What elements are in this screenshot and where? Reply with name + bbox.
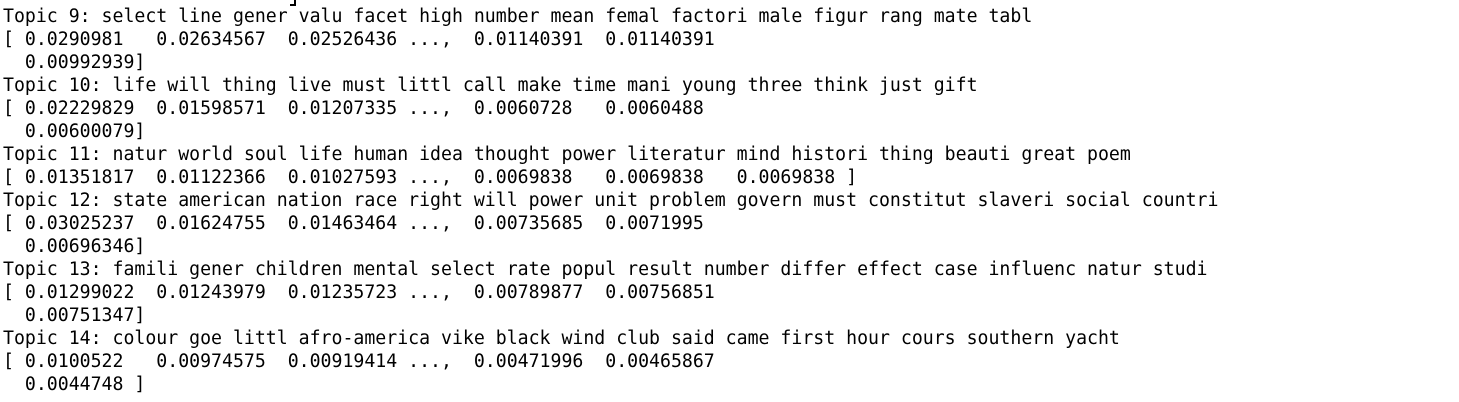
topic-14-heading: Topic 14: colour goe littl afro-america … bbox=[3, 328, 1120, 349]
topic-10-heading: Topic 10: life will thing live must litt… bbox=[3, 75, 978, 96]
topic-12-heading: Topic 12: state american nation race rig… bbox=[3, 190, 1219, 211]
topic-11-weights: [ 0.01351817 0.01122366 0.01027593 ..., … bbox=[3, 167, 858, 188]
topic-12-weights: [ 0.03025237 0.01624755 0.01463464 ..., … bbox=[3, 213, 704, 234]
topic-9-weights: [ 0.0290981 0.02634567 0.02526436 ..., 0… bbox=[3, 29, 715, 50]
topic-10-weights-cont: 0.00600079] bbox=[3, 121, 146, 142]
topic-13-heading: Topic 13: famili gener children mental s… bbox=[3, 259, 1208, 280]
topic-9-weights-cont: 0.00992939] bbox=[3, 52, 146, 73]
topic-13-weights-cont: 0.00751347] bbox=[3, 305, 146, 326]
topic-11-heading: Topic 11: natur world soul life human id… bbox=[3, 144, 1131, 165]
console-output: Topic 9: select line gener valu facet hi… bbox=[3, 5, 1218, 396]
topic-14-weights: [ 0.0100522 0.00974575 0.00919414 ..., 0… bbox=[3, 351, 715, 372]
topic-13-weights: [ 0.01299022 0.01243979 0.01235723 ..., … bbox=[3, 282, 715, 303]
topic-14-weights-cont: 0.0044748 ] bbox=[3, 374, 146, 395]
topic-10-weights: [ 0.02229829 0.01598571 0.01207335 ..., … bbox=[3, 98, 704, 119]
topic-9-heading: Topic 9: select line gener valu facet hi… bbox=[3, 6, 1033, 27]
topic-12-weights-cont: 0.00696346] bbox=[3, 236, 146, 257]
